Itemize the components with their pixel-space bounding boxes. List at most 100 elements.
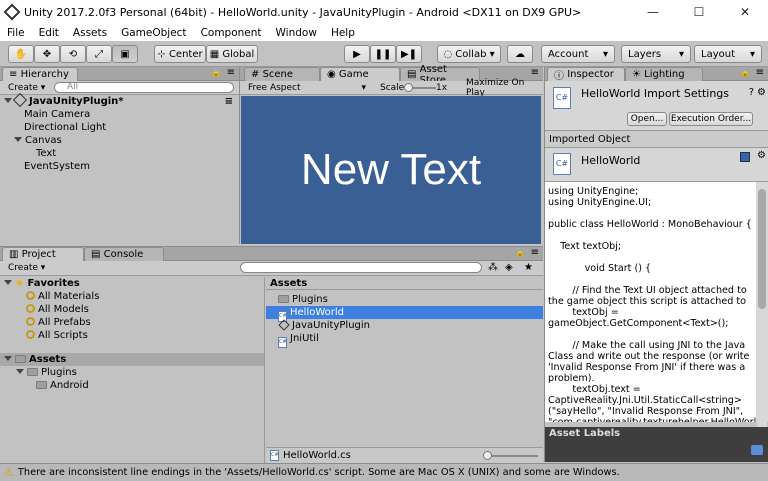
hierarchy-item-canvas[interactable]: Canvas — [4, 134, 239, 147]
global-icon: ▦ — [209, 48, 220, 60]
settings-gear-icon[interactable]: ⚙ — [757, 87, 766, 98]
center-toggle-button[interactable]: ⊹ Center — [154, 45, 206, 63]
label-tag-icon[interactable] — [751, 445, 763, 455]
close-icon[interactable]: ✕ — [722, 0, 768, 24]
favorites-header[interactable]: ★ Favorites — [0, 277, 264, 290]
account-button[interactable]: Account ▾ — [541, 45, 615, 63]
filter-type-icon[interactable]: ⁂ — [488, 262, 498, 273]
expand-arrow-icon[interactable] — [4, 356, 12, 361]
collab-button[interactable]: ◌ Collab ▾ — [437, 45, 501, 63]
maximize-icon[interactable]: ☐ — [676, 0, 722, 24]
rotate-icon: ⟲ — [68, 48, 78, 60]
cloud-button[interactable]: ☁ — [507, 45, 533, 63]
filter-label-icon[interactable]: ◈ — [505, 262, 513, 273]
hierarchy-search-input[interactable]: All — [54, 82, 234, 93]
imported-object-label: Imported Object — [545, 131, 768, 148]
scene-root[interactable]: JavaUnityPlugin* ≡ — [4, 92, 239, 108]
tree-plugins[interactable]: Plugins — [0, 366, 264, 379]
hierarchy-item-eventsystem[interactable]: EventSystem — [4, 160, 239, 173]
tab-scene[interactable]: # Scene — [244, 67, 320, 81]
pause-button[interactable]: ❚❚ — [370, 45, 396, 63]
project-folder-tree: ★ Favorites All Materials All Models All… — [0, 277, 265, 463]
rotate-tool-button[interactable]: ⟲ — [60, 45, 86, 63]
file-jniutil[interactable]: C# JniUtil — [266, 332, 543, 348]
panel-menu-icon[interactable]: ≡ — [756, 67, 764, 78]
file-javaunityplugin[interactable]: JavaUnityPlugin — [266, 319, 543, 332]
expand-arrow-icon[interactable] — [4, 280, 12, 285]
script-book-icon[interactable] — [740, 152, 750, 162]
play-button[interactable]: ▶ — [344, 45, 370, 63]
menu-file[interactable]: File — [0, 27, 32, 39]
icon-size-slider-handle[interactable] — [483, 451, 492, 460]
tab-project[interactable]: ▥ Project — [2, 247, 84, 261]
panel-menu-icon[interactable]: ≡ — [227, 67, 235, 78]
scene-menu-icon[interactable]: ≡ — [225, 95, 233, 108]
move-tool-button[interactable]: ✥ — [34, 45, 60, 63]
lock-icon[interactable]: 🔒 — [211, 68, 221, 77]
status-bar[interactable]: ⚠ There are inconsistent line endings in… — [0, 463, 768, 481]
file-plugins[interactable]: Plugins — [266, 293, 543, 306]
rect-tool-button[interactable]: ▣ — [112, 45, 138, 63]
execution-order-button[interactable]: Execution Order... — [669, 112, 753, 126]
hand-tool-button[interactable]: ✋ — [8, 45, 34, 63]
menu-component[interactable]: Component — [194, 27, 269, 39]
favorite-all-models[interactable]: All Models — [0, 303, 264, 316]
panel-menu-icon[interactable]: ≡ — [531, 247, 539, 258]
hierarchy-item-directional-light[interactable]: Directional Light — [4, 121, 239, 134]
step-icon: ▶❚ — [400, 48, 418, 60]
favorite-all-prefabs[interactable]: All Prefabs — [0, 316, 264, 329]
scrollbar-thumb[interactable] — [758, 189, 766, 309]
hierarchy-create-dropdown[interactable]: Create ▾ — [4, 82, 49, 94]
layers-button[interactable]: Layers ▾ — [621, 45, 691, 63]
game-text: New Text — [300, 145, 482, 194]
game-icon: ◉ — [327, 69, 336, 80]
hierarchy-item-text[interactable]: Text — [4, 147, 239, 160]
maximize-on-play-toggle[interactable]: Maximize On Play — [462, 78, 543, 98]
import-settings-header: C# HelloWorld Import Settings ? ⚙ Open..… — [545, 81, 768, 131]
icon-size-slider[interactable] — [483, 451, 538, 460]
aspect-dropdown[interactable]: Free Aspect ▾ — [244, 82, 370, 94]
tab-hierarchy[interactable]: ≡ Hierarchy — [2, 67, 78, 81]
lock-icon[interactable]: 🔒 — [740, 68, 750, 77]
tab-lighting[interactable]: ☀ Lighting — [625, 67, 703, 81]
help-icon[interactable]: ? — [749, 87, 754, 98]
file-helloworld[interactable]: C# HelloWorld — [266, 306, 543, 322]
expand-arrow-icon[interactable] — [16, 369, 24, 374]
menu-window[interactable]: Window — [269, 27, 324, 39]
hand-icon: ✋ — [14, 48, 28, 60]
expand-arrow-icon[interactable] — [4, 98, 12, 103]
hierarchy-panel: ≡ Hierarchy 🔒 ≡ Create ▾ All JavaUnityPl… — [0, 67, 240, 244]
open-button[interactable]: Open... — [627, 112, 667, 126]
assets-root[interactable]: Assets — [0, 353, 264, 366]
assets-breadcrumb[interactable]: Assets — [266, 277, 543, 290]
favorite-all-materials[interactable]: All Materials — [0, 290, 264, 303]
tab-game[interactable]: ◉ Game — [320, 67, 400, 81]
layout-button[interactable]: Layout ▾ — [694, 45, 762, 63]
tab-console[interactable]: ▤ Console — [84, 247, 164, 261]
menu-gameobject[interactable]: GameObject — [114, 27, 193, 39]
tree-android[interactable]: Android — [0, 379, 264, 392]
minimize-icon[interactable]: — — [630, 0, 676, 24]
scale-tool-button[interactable]: ⤢ — [86, 45, 112, 63]
menu-assets[interactable]: Assets — [66, 27, 114, 39]
status-message: There are inconsistent line endings in t… — [17, 467, 620, 478]
favorite-all-scripts[interactable]: All Scripts — [0, 329, 264, 342]
favorite-star-icon[interactable]: ★ — [524, 262, 533, 273]
settings-gear-icon[interactable]: ⚙ — [757, 150, 766, 161]
store-icon: ▤ — [407, 69, 417, 80]
project-create-dropdown[interactable]: Create ▾ — [4, 262, 49, 274]
game-viewport[interactable]: New Text — [241, 96, 541, 244]
info-icon: ⓘ — [554, 71, 564, 82]
tab-inspector[interactable]: ⓘ Inspector — [547, 67, 625, 82]
expand-arrow-icon[interactable] — [14, 137, 22, 142]
menu-edit[interactable]: Edit — [32, 27, 66, 39]
global-toggle-button[interactable]: ▦ Global — [206, 45, 258, 63]
hierarchy-item-main-camera[interactable]: Main Camera — [4, 108, 239, 121]
lock-icon[interactable]: 🔒 — [515, 248, 525, 257]
scale-slider-handle[interactable] — [404, 83, 413, 92]
step-button[interactable]: ▶❚ — [396, 45, 422, 63]
project-search-input[interactable] — [240, 262, 482, 273]
panel-menu-icon[interactable]: ≡ — [531, 67, 539, 78]
menu-help[interactable]: Help — [324, 27, 362, 39]
script-scrollbar[interactable] — [757, 187, 767, 427]
